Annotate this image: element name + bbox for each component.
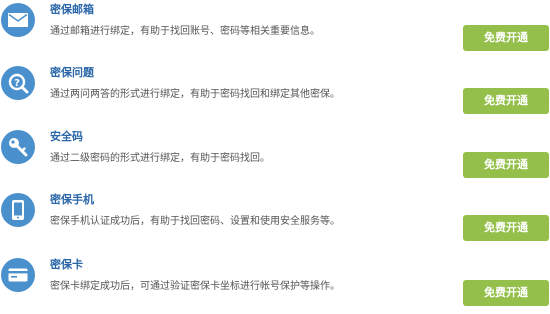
enable-question-button[interactable]: 免费开通 (463, 88, 549, 114)
enable-email-button[interactable]: 免费开通 (463, 25, 549, 51)
option-description: 通过邮箱进行绑定，有助于找回账号、密码等相关重要信息。 (50, 26, 320, 37)
security-option-key: 安全码 通过二级密码的形式进行绑定，有助于密码找回。 免费开通 (0, 130, 550, 194)
key-icon (1, 130, 35, 164)
enable-security-code-button[interactable]: 免费开通 (463, 152, 549, 178)
question-icon: ? (1, 66, 35, 100)
security-options-list: 密保邮箱 通过邮箱进行绑定，有助于找回账号、密码等相关重要信息。 免费开通 ? … (0, 0, 550, 314)
phone-icon (1, 193, 35, 227)
svg-text:?: ? (14, 78, 20, 89)
security-option-email: 密保邮箱 通过邮箱进行绑定，有助于找回账号、密码等相关重要信息。 免费开通 (0, 3, 550, 67)
enable-phone-button[interactable]: 免费开通 (463, 215, 549, 241)
option-title: 密保邮箱 (50, 3, 94, 16)
option-title: 密保卡 (50, 258, 83, 271)
option-description: 密保手机认证成功后，有助于找回密码、设置和使用安全服务等。 (50, 216, 340, 227)
option-title: 密保手机 (50, 193, 94, 206)
security-option-question: ? 密保问题 通过两问两答的形式进行绑定，有助于密码找回和绑定其他密保。 免费开… (0, 66, 550, 130)
card-icon (1, 258, 35, 292)
mail-icon (1, 3, 35, 37)
option-title: 安全码 (50, 130, 83, 143)
security-option-phone: 密保手机 密保手机认证成功后，有助于找回密码、设置和使用安全服务等。 免费开通 (0, 193, 550, 257)
option-description: 通过两问两答的形式进行绑定，有助于密码找回和绑定其他密保。 (50, 89, 340, 100)
security-option-card: 密保卡 密保卡绑定成功后，可通过验证密保卡坐标进行帐号保护等操作。 免费开通 (0, 258, 550, 314)
option-description: 密保卡绑定成功后，可通过验证密保卡坐标进行帐号保护等操作。 (50, 281, 340, 292)
option-description: 通过二级密码的形式进行绑定，有助于密码找回。 (50, 153, 270, 164)
enable-card-button[interactable]: 免费开通 (463, 280, 549, 306)
option-title: 密保问题 (50, 66, 94, 79)
